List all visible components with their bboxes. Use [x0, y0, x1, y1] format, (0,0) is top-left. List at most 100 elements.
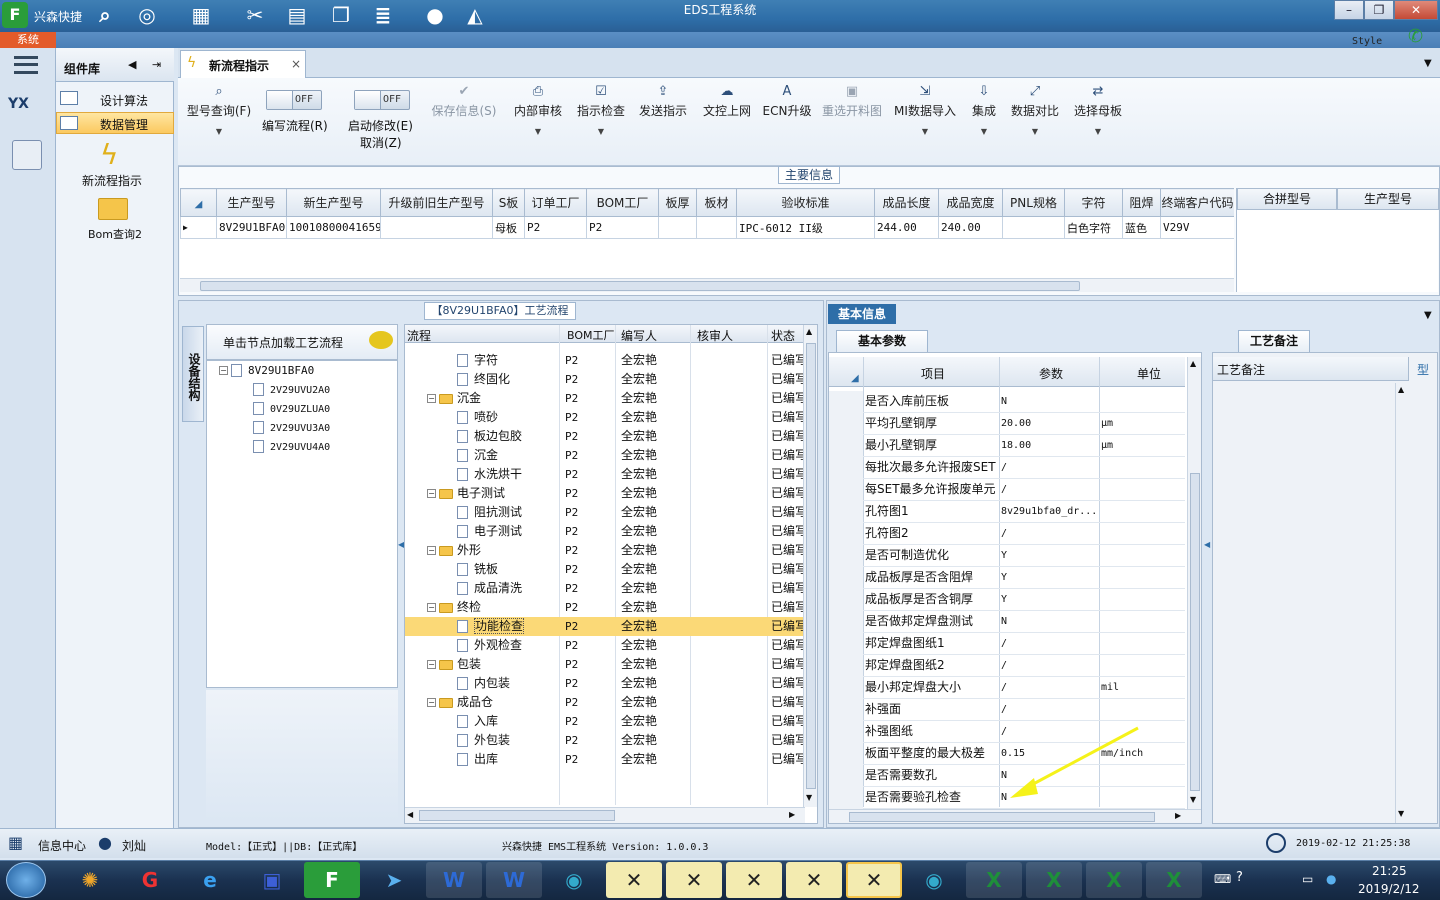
row-header[interactable]: [829, 699, 863, 721]
param-param[interactable]: N: [1001, 612, 1097, 631]
table-cell[interactable]: P2: [586, 216, 659, 239]
taskbar-save-icon[interactable]: ▣: [244, 862, 300, 898]
table-cell[interactable]: P2: [524, 216, 587, 239]
param-param[interactable]: 18.00: [1001, 436, 1097, 455]
process-row[interactable]: 沉金 P2 全宏艳 已编写: [405, 446, 803, 465]
row-header[interactable]: [829, 501, 863, 523]
param-row[interactable]: 最小邦定焊盘大小 / mil: [829, 677, 1185, 699]
table-cell[interactable]: [1002, 216, 1065, 239]
param-param[interactable]: 8v29u1bfa0_dr...: [1001, 502, 1097, 521]
scrollbar-thumb[interactable]: [806, 343, 816, 789]
params-hscroll[interactable]: ▶: [829, 809, 1201, 823]
process-row[interactable]: − 外形 P2 全宏艳 已编写: [405, 541, 803, 560]
component-item-design[interactable]: 设计算法: [56, 88, 174, 110]
col-header[interactable]: 验收标准: [736, 188, 875, 217]
process-row[interactable]: 字符 P2 全宏艳 已编写: [405, 351, 803, 370]
col-header[interactable]: 新生产型号: [286, 188, 381, 217]
table-cell[interactable]: 10010800041659: [286, 216, 381, 239]
tab-new-process[interactable]: ϟ 新流程指示 ×: [180, 50, 306, 80]
process-row[interactable]: 外包装 P2 全宏艳 已编写: [405, 731, 803, 750]
taskbar-word-icon[interactable]: W: [426, 862, 482, 898]
col-header[interactable]: 成品长度: [874, 188, 939, 217]
folder-icon[interactable]: [98, 198, 128, 220]
process-row[interactable]: 铣板 P2 全宏艳 已编写: [405, 560, 803, 579]
col-header[interactable]: 终端客户代码: [1160, 188, 1234, 217]
scroll-down-icon[interactable]: ▼: [806, 793, 812, 802]
style-menu[interactable]: Style: [1352, 36, 1382, 47]
tree-node[interactable]: 2V29UVU2A0: [253, 380, 330, 399]
col-header[interactable]: 阻焊: [1122, 188, 1161, 217]
send-instruction-button[interactable]: ⇪ 发送指示: [636, 84, 690, 119]
user-icon[interactable]: ●: [422, 2, 448, 28]
taskbar-bird-icon[interactable]: ➤: [366, 862, 422, 898]
comment-icon[interactable]: [369, 331, 393, 349]
col-header[interactable]: PNL规格: [1002, 188, 1065, 217]
scrollbar-thumb[interactable]: [849, 812, 1155, 822]
process-row[interactable]: 外观检查 P2 全宏艳 已编写: [405, 636, 803, 655]
section-dropdown-icon[interactable]: ▼: [1424, 310, 1432, 321]
basic-info-title[interactable]: 基本信息: [828, 304, 896, 324]
component-item-data[interactable]: 数据管理: [56, 112, 174, 134]
process-row[interactable]: − 终检 P2 全宏艳 已编写: [405, 598, 803, 617]
table-cell[interactable]: 白色字符: [1064, 216, 1123, 239]
row-header[interactable]: [829, 391, 863, 413]
tree-node[interactable]: 2V29UVU4A0: [253, 437, 330, 456]
tab-dropdown-icon[interactable]: ▼: [1424, 58, 1432, 69]
list-icon[interactable]: ≣: [370, 2, 396, 28]
param-row[interactable]: 是否做邦定焊盘测试 N: [829, 611, 1185, 633]
param-row[interactable]: 孔符图2 /: [829, 523, 1185, 545]
row-header[interactable]: [829, 655, 863, 677]
table-cell[interactable]: [380, 216, 493, 239]
scrollbar-thumb[interactable]: [200, 281, 1080, 291]
param-param[interactable]: /: [1001, 656, 1097, 675]
param-param[interactable]: N: [1001, 392, 1097, 411]
param-row[interactable]: 成品板厚是否含阻焊 Y: [829, 567, 1185, 589]
table-cell[interactable]: 244.00: [874, 216, 939, 239]
param-param[interactable]: /: [1001, 678, 1097, 697]
globe-icon[interactable]: ◎: [134, 2, 160, 28]
row-header[interactable]: [829, 787, 863, 809]
ecn-upgrade-button[interactable]: A ECN升级: [760, 84, 814, 119]
scroll-up-icon[interactable]: ▲: [1190, 359, 1196, 368]
process-row[interactable]: 入库 P2 全宏艳 已编写: [405, 712, 803, 731]
taskbar-date[interactable]: 2019/2/12: [1358, 882, 1420, 896]
param-row[interactable]: 补强面 /: [829, 699, 1185, 721]
process-row[interactable]: − 沉金 P2 全宏艳 已编写: [405, 389, 803, 408]
col-header[interactable]: BOM工厂: [567, 327, 615, 343]
scroll-down-icon[interactable]: ▼: [1398, 809, 1404, 818]
start-button[interactable]: [6, 862, 46, 898]
row-header[interactable]: [829, 435, 863, 457]
param-row[interactable]: 孔符图1 8v29u1bfa0_dr...: [829, 501, 1185, 523]
model-query-button[interactable]: ⌕ 型号查询(F) ▼: [184, 84, 254, 136]
taskbar-x-icon[interactable]: ✕: [666, 862, 722, 898]
process-row[interactable]: 板边包胶 P2 全宏艳 已编写: [405, 427, 803, 446]
table-cell[interactable]: V29V: [1160, 216, 1234, 239]
param-param[interactable]: Y: [1001, 568, 1097, 587]
param-param[interactable]: /: [1001, 634, 1097, 653]
scroll-right-icon[interactable]: ▶: [789, 810, 795, 819]
collapse-icon[interactable]: −: [427, 489, 436, 498]
enable-edit-toggle[interactable]: OFF: [354, 90, 410, 110]
table-cell[interactable]: 母板: [492, 216, 525, 239]
col-header[interactable]: 项目: [921, 365, 945, 382]
table-icon[interactable]: ▦: [188, 2, 214, 28]
taskbar-app-icon[interactable]: ◉: [546, 862, 602, 898]
param-param[interactable]: 20.00: [1001, 414, 1097, 433]
col-header[interactable]: BOM工厂: [586, 188, 659, 217]
param-row[interactable]: 邦定焊盘图纸2 /: [829, 655, 1185, 677]
internal-audit-button[interactable]: ⎙ 内部审核 ▼: [510, 84, 566, 136]
process-row[interactable]: 水洗烘干 P2 全宏艳 已编写: [405, 465, 803, 484]
data-compare-button[interactable]: ⤢ 数据对比 ▼: [1008, 84, 1062, 136]
row-header[interactable]: [829, 589, 863, 611]
windows-grid-icon[interactable]: ▦: [8, 833, 23, 852]
keyboard-icon[interactable]: ⌨: [1214, 872, 1231, 886]
scroll-down-icon[interactable]: ▼: [1190, 795, 1196, 804]
collapse-icon[interactable]: −: [427, 394, 436, 403]
col-header[interactable]: 板材: [696, 188, 737, 217]
write-flow-toggle[interactable]: OFF: [266, 90, 322, 110]
process-row[interactable]: − 电子测试 P2 全宏艳 已编写: [405, 484, 803, 503]
collapse-icon[interactable]: −: [427, 660, 436, 669]
collapse-icon[interactable]: −: [427, 603, 436, 612]
col-header[interactable]: 核审人: [697, 327, 733, 344]
row-header[interactable]: [829, 457, 863, 479]
